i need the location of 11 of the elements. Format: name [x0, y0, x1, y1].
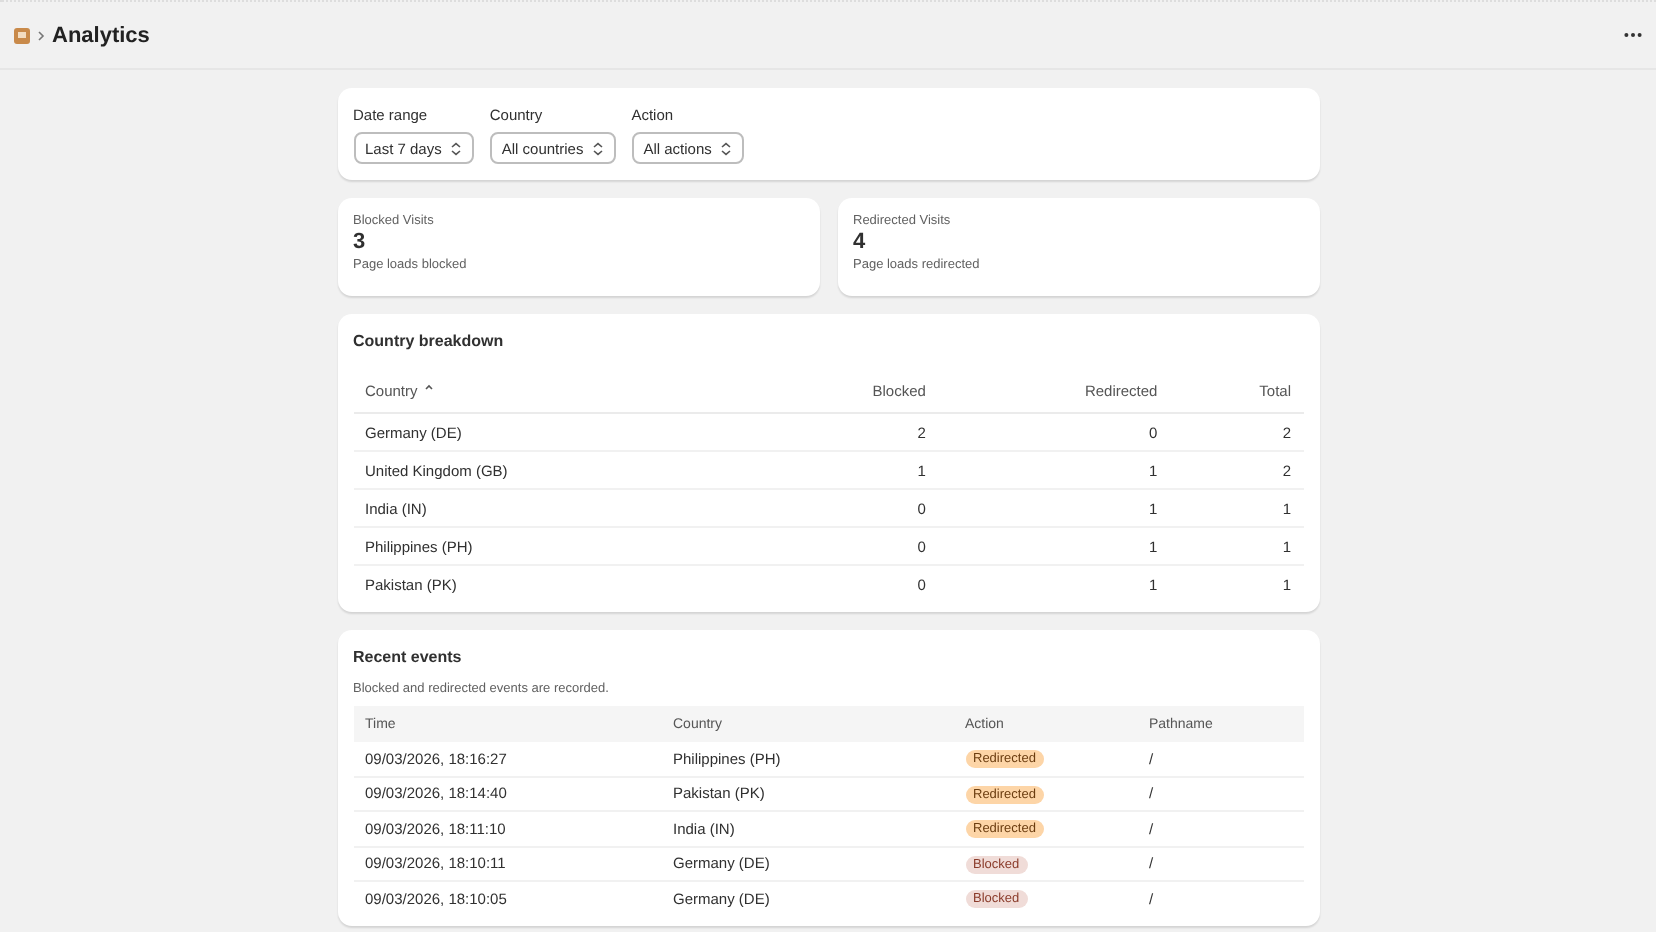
chevron-right-icon: [36, 29, 46, 41]
page-title: Analytics: [52, 23, 150, 47]
chevron-up-down-icon: [591, 141, 604, 155]
more-icon[interactable]: [1624, 32, 1642, 38]
chevron-up-down-icon: [449, 141, 462, 155]
stat-value: 4: [853, 230, 868, 254]
card-title: Country breakdown: [353, 332, 506, 350]
stat-value: 3: [353, 230, 368, 254]
chevron-up-down-icon: [719, 141, 732, 155]
card-title: Recent events: [353, 648, 464, 666]
app-icon[interactable]: [14, 27, 30, 43]
